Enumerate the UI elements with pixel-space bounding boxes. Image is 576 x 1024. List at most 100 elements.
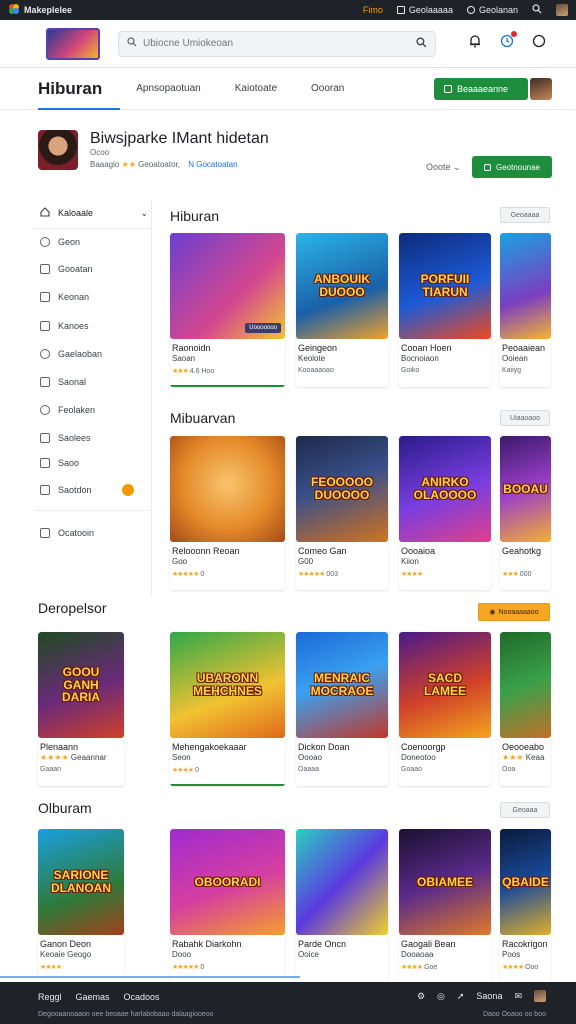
app-card[interactable]: SACD LAMEE Coenoorgp Doneotoo Goaao (399, 632, 491, 786)
chevron-down-icon: ⌄ (453, 162, 461, 172)
follow-button[interactable]: Geotnounae (472, 156, 552, 178)
horizontal-scroll-indicator[interactable] (0, 976, 300, 978)
section-title: Mibuarvan (170, 410, 236, 426)
app-card[interactable]: Oeooeabo ★★★ Keaa Ooa (500, 632, 551, 786)
avatar[interactable] (534, 990, 546, 1002)
app-card[interactable]: Parde Oncn Ooice (296, 829, 388, 983)
app-thumbnail: OBOORADI (170, 829, 285, 935)
app-card[interactable]: Uooooooo Raonoidn Saoan ★★★ 4.6 Hoo (170, 233, 285, 387)
user-avatar[interactable] (530, 77, 552, 100)
app-thumbnail: SARIONE DLANOAN (38, 829, 124, 935)
app-title: Relooonn Reoan (172, 546, 240, 556)
nav-tab-1[interactable]: Apnsopaotuan (136, 83, 201, 94)
footer-right-label[interactable]: Saona (476, 991, 502, 1001)
sort-dropdown[interactable]: Ooote ⌄ (426, 162, 461, 173)
app-card[interactable]: ANIRKO OLAOOOO Oooaioa Kiion ★★★★ (399, 436, 491, 590)
avatar[interactable] (556, 4, 568, 16)
app-rating: Ooa (502, 766, 516, 773)
app-rating: Kooaaaoao (298, 367, 334, 374)
app-rating-value: 003 (326, 571, 339, 578)
notification-bell-icon[interactable] (468, 34, 482, 53)
app-card[interactable]: BOOAU Geahotkg ★★★ 000 (500, 436, 551, 590)
app-title: Oooaioa (401, 546, 436, 556)
app-card[interactable]: FEOOOOO DUOOOO Comeo Gan G00 ★★★★★ 003 (296, 436, 388, 590)
app-card[interactable]: UBARONN MEHCHNES Mehengakoekaaar Seon ★★… (170, 632, 285, 786)
sidebar: Kaloaale ⌄ Geon Gooatan Keonan Kanoes Ga… (34, 200, 152, 596)
star-rating-icon: ★★★ (502, 571, 519, 578)
follow-button-label: Geotnounae (495, 162, 541, 172)
topbar-link-2[interactable]: Geolaaaaa (396, 5, 453, 15)
see-more-button[interactable]: Geoaaa (500, 802, 550, 818)
see-more-button[interactable]: ◉ Nooaaaaaoo (478, 603, 550, 621)
sidebar-item-4[interactable]: Kanoes (40, 321, 89, 331)
share-icon[interactable]: ➚ (457, 991, 465, 1002)
app-title: Racokrigon (502, 939, 548, 949)
topbar-link-1[interactable]: Fimo (363, 5, 383, 15)
see-more-button[interactable]: Uiaaoaoo (500, 410, 550, 426)
account-circle-icon[interactable] (532, 34, 546, 53)
app-subtitle: Bocnoiaon (401, 354, 439, 363)
app-logo[interactable]: Makeplelee (8, 3, 72, 17)
sidebar-item-8[interactable]: Saolees (40, 433, 91, 443)
search-bar[interactable] (118, 30, 436, 57)
search-input[interactable] (143, 38, 410, 49)
help-icon[interactable]: ◎ (437, 991, 445, 1002)
developer-link[interactable]: N Gocatoatan (188, 160, 237, 169)
mail-icon[interactable]: ✉ (514, 991, 522, 1002)
sidebar-item-2[interactable]: Gooatan (40, 264, 93, 274)
app-title: Peoaaiean (502, 343, 546, 353)
sidebar-item-10[interactable]: Saotdon (40, 485, 92, 495)
history-icon[interactable] (500, 31, 517, 53)
app-card[interactable]: ANBOUIK DUOOO Geingeon Keolote Kooaaaoao (296, 233, 388, 387)
footer-link-1[interactable]: Reggl (38, 992, 62, 1002)
app-card[interactable]: OBIAMEE Gaogali Bean Dooaoaa ★★★★ Goe (399, 829, 491, 983)
app-card[interactable]: OBOORADI Rabahk Diarkohn Dooo ★★★★★ 0 (170, 829, 285, 983)
app-thumbnail: OBIAMEE (399, 829, 491, 935)
app-card[interactable]: Peoaaiean Ooiean Kaiiyg (500, 233, 551, 387)
see-more-button[interactable]: Geoaaaa (500, 207, 550, 223)
sidebar-item-11[interactable]: Ocatooin (40, 528, 94, 538)
category-icon (40, 377, 50, 387)
featured-banner-thumbnail[interactable] (46, 27, 100, 60)
nav-cta-button[interactable]: Beaaaeanne (434, 77, 528, 100)
app-card[interactable]: PORFUII TIARUN Cooan Hoen Bocnoiaon Goik… (399, 233, 491, 387)
app-thumbnail: BOOAU (500, 436, 551, 542)
developer-avatar (38, 130, 78, 170)
app-title: Coenoorgp (401, 742, 446, 752)
app-rating: ★★★ 4.6 Hoo (172, 367, 214, 375)
settings-icon[interactable]: ⚙ (417, 991, 425, 1002)
app-card[interactable]: SARIONE DLANOAN Ganon Deon Keoaie Geogo … (38, 829, 124, 983)
sidebar-item-9[interactable]: Saoo (40, 458, 79, 468)
search-icon[interactable] (532, 4, 542, 16)
sidebar-item-5[interactable]: Gaelaoban (40, 349, 102, 359)
sidebar-item-label: Ocatooin (58, 528, 95, 538)
sidebar-item-1[interactable]: Geon (40, 237, 80, 247)
sidebar-item-6[interactable]: Saonal (40, 377, 86, 387)
app-rating-value: 0 (200, 571, 205, 578)
app-title: Parde Oncn (298, 939, 347, 949)
footer-link-2[interactable]: Gaemas (76, 992, 110, 1002)
footer-link-3[interactable]: Ocadoos (124, 992, 160, 1002)
app-card[interactable]: GOOU GANH DARIA Plenaann ★★★★ Geaannar G… (38, 632, 124, 786)
app-subtitle: Dooo (172, 950, 192, 959)
sidebar-item-7[interactable]: Feolaken (40, 405, 95, 415)
topbar-link-3[interactable]: Geolanan (466, 5, 518, 15)
search-icon (127, 37, 137, 50)
nav-tab-3[interactable]: Oooran (311, 83, 344, 94)
category-icon (40, 485, 50, 495)
search-submit-icon[interactable] (416, 36, 427, 51)
app-rating-value: 0 (200, 964, 205, 971)
app-card[interactable]: Relooonn Reoan Goo ★★★★★ 0 (170, 436, 285, 590)
sidebar-header[interactable]: Kaloaale ⌄ (40, 207, 148, 219)
app-card[interactable]: MENRAIC MOCRAOE Dickon Doan Oooao Oaaaa (296, 632, 388, 786)
app-rating: ★★★★ (40, 963, 62, 971)
nav-brand-tab[interactable]: Hiburan (38, 68, 121, 110)
nav-tab-2[interactable]: Kaiotoate (235, 83, 277, 94)
app-subtitle: Saoan (172, 354, 196, 363)
sidebar-item-3[interactable]: Keonan (40, 292, 89, 302)
app-rating: ★★★★★ 0 (172, 963, 204, 971)
sidebar-item-label: Kanoes (58, 321, 89, 331)
grid-icon (396, 6, 405, 14)
app-title: Dickon Doan (298, 742, 350, 752)
app-card[interactable]: QBAIDE Racokrigon Poos ★★★★ Ooo (500, 829, 551, 983)
